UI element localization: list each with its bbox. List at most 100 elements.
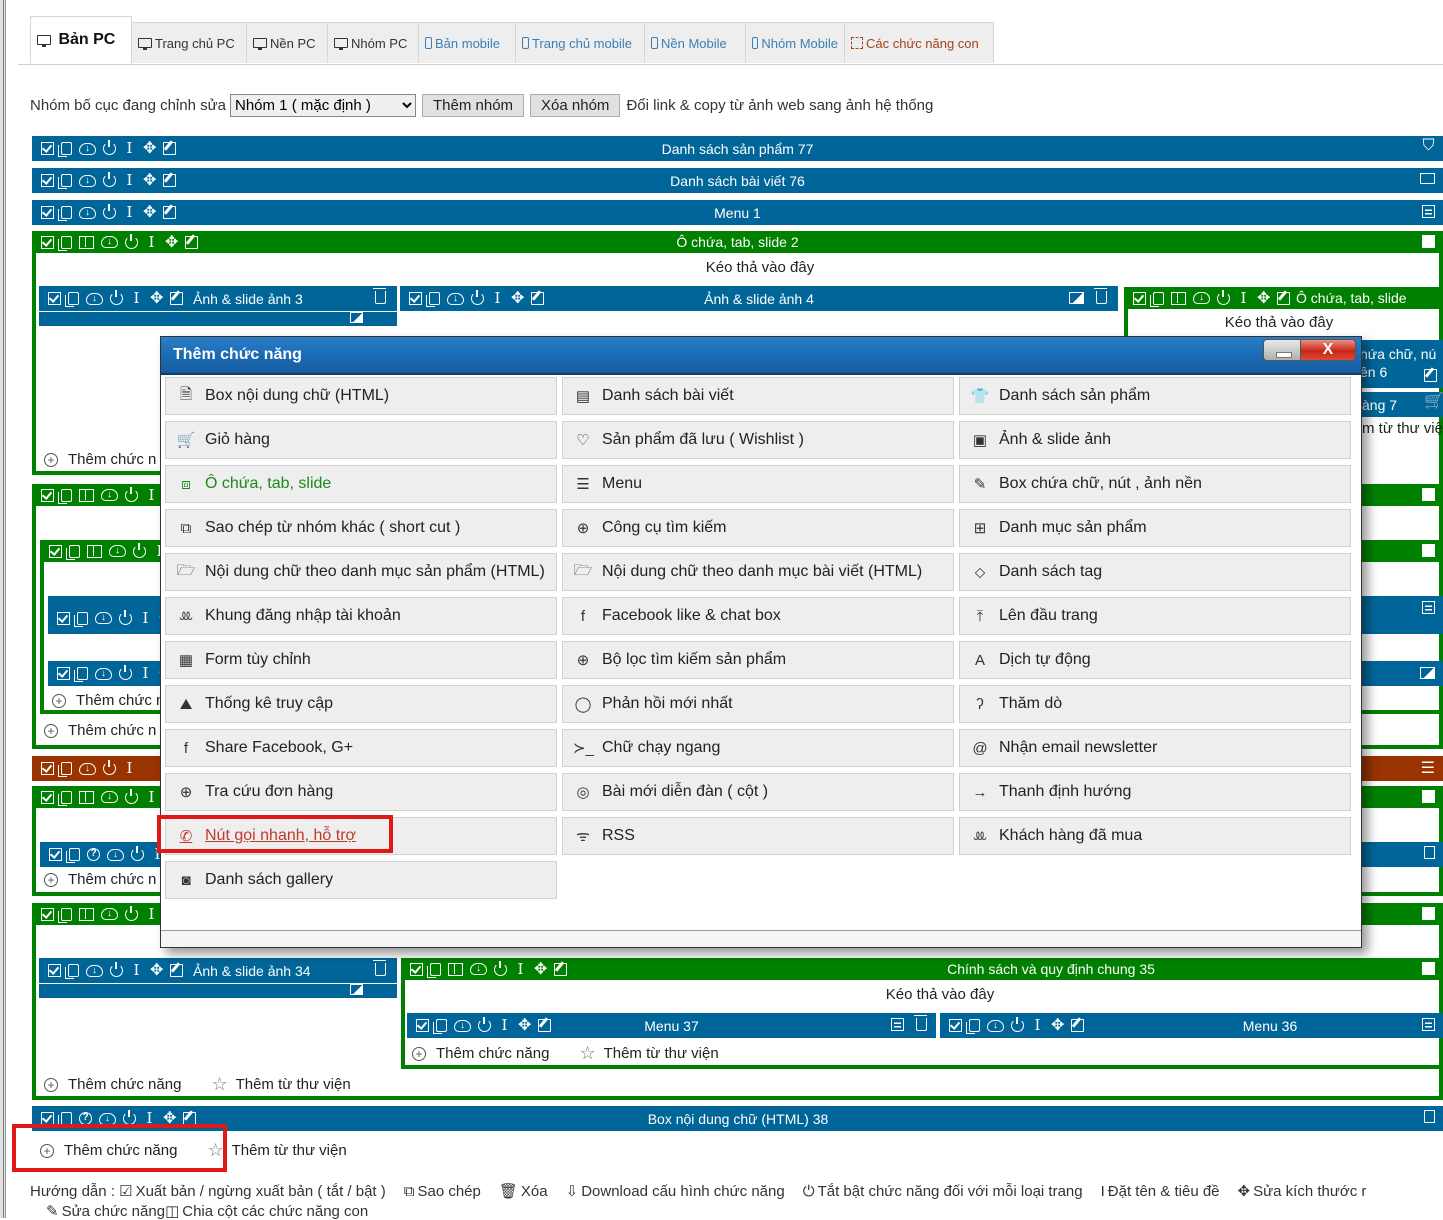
add-function-link[interactable]: Thêm chức năng	[68, 1076, 181, 1093]
function-item[interactable]: ◯ Phản hồi mới nhất	[562, 685, 954, 723]
function-item[interactable]: 🗁 Nội dung chữ theo danh mục bài viết (HT…	[562, 553, 954, 591]
edit-icon[interactable]	[538, 1019, 551, 1032]
power-icon[interactable]	[103, 760, 116, 775]
function-item[interactable]: ꔛ Khung đăng nhập tài khoản	[165, 597, 557, 635]
function-item[interactable]: ⬦ Danh sách tag	[959, 553, 1351, 591]
checkbox-icon[interactable]	[41, 142, 54, 155]
copy-icon[interactable]	[58, 488, 72, 504]
function-item[interactable]: ✆ Nút gọi nhanh, hỗ trợ	[165, 817, 557, 855]
cloud-download-icon[interactable]	[79, 142, 96, 155]
checkbox-icon[interactable]	[41, 206, 54, 219]
function-item[interactable]: ⧈ Ô chứa, tab, slide	[165, 465, 557, 503]
text-cursor-icon[interactable]: I	[1237, 290, 1250, 305]
add-function-link[interactable]: + Thêm chức n	[44, 722, 156, 739]
checkbox-icon[interactable]	[949, 1019, 962, 1032]
cloud-download-icon[interactable]	[79, 174, 96, 187]
checkbox-icon[interactable]	[41, 174, 54, 187]
edit-icon[interactable]	[163, 142, 176, 155]
trash-icon[interactable]	[1094, 288, 1107, 304]
function-item[interactable]: ⊞ Danh mục sản phẩm	[959, 509, 1351, 547]
power-icon[interactable]	[103, 204, 116, 219]
cloud-download-icon[interactable]	[101, 235, 118, 248]
power-icon[interactable]	[123, 1110, 136, 1125]
columns-icon[interactable]	[448, 962, 463, 976]
power-icon[interactable]	[125, 486, 138, 502]
columns-icon[interactable]	[79, 488, 94, 502]
text-cursor-icon[interactable]: I	[123, 761, 136, 776]
convert-link-link[interactable]: Đổi link & copy từ ảnh web sang ảnh hệ t…	[626, 97, 933, 114]
cloud-download-icon[interactable]	[99, 1112, 116, 1125]
tab-ban-mobile[interactable]: Bản mobile	[418, 22, 516, 63]
edit-icon[interactable]	[1071, 1019, 1084, 1032]
text-cursor-icon[interactable]: I	[145, 234, 158, 249]
function-item[interactable]: 🗁 Nội dung chữ theo danh mục sản phẩm (HT…	[165, 553, 557, 591]
minimize-button[interactable]	[1263, 339, 1301, 361]
checkbox-icon[interactable]	[49, 848, 62, 861]
cloud-download-icon[interactable]	[987, 1019, 1004, 1032]
cloud-download-icon[interactable]	[109, 544, 126, 557]
checkbox-icon[interactable]	[41, 1112, 54, 1125]
edit-icon[interactable]	[183, 1112, 196, 1125]
move-icon[interactable]: ✥	[518, 1018, 531, 1034]
function-item[interactable]: ʔ Thăm dò	[959, 685, 1351, 723]
module-bar-slide34[interactable]: I ✥ Ảnh & slide ảnh 34	[39, 958, 397, 983]
power-icon[interactable]	[125, 233, 138, 249]
add-group-button[interactable]: Thêm nhóm	[422, 93, 525, 117]
trash-icon[interactable]	[914, 1015, 927, 1031]
function-item[interactable]: f Share Facebook, G+	[165, 729, 557, 767]
power-icon[interactable]	[131, 846, 144, 861]
text-cursor-icon[interactable]: I	[491, 291, 504, 306]
tab-trang-chu-pc[interactable]: Trang chủ PC	[131, 22, 247, 63]
function-item[interactable]: f Facebook like & chat box	[562, 597, 954, 635]
checkbox-icon[interactable]	[409, 292, 422, 305]
drop-zone[interactable]: Kéo thả vào đây	[1124, 314, 1434, 331]
copy-icon[interactable]	[58, 235, 72, 251]
tab-ban-pc[interactable]: Bản PC	[30, 16, 132, 64]
dialog-titlebar[interactable]: Thêm chức năng X	[161, 337, 1361, 375]
tab-trang-chu-mobile[interactable]: Trang chủ mobile	[515, 22, 645, 63]
container-bar-policy35[interactable]: I ✥ Chính sách và quy định chung 35	[401, 958, 1443, 980]
text-cursor-icon[interactable]: I	[130, 291, 143, 306]
columns-icon[interactable]	[79, 907, 94, 921]
power-icon[interactable]	[110, 290, 123, 305]
columns-icon[interactable]	[87, 544, 102, 558]
copy-icon[interactable]	[58, 1112, 72, 1127]
edit-icon[interactable]	[1277, 291, 1290, 305]
function-item[interactable]: ⊕ Tra cứu đơn hàng	[165, 773, 557, 811]
trash-icon[interactable]	[373, 288, 386, 304]
function-item[interactable]: ⤒ Lên đầu trang	[959, 597, 1351, 635]
module-bar-products[interactable]: I ✥ Danh sách sản phẩm 77 ⛉	[32, 136, 1443, 161]
function-item[interactable]: 👕 Danh sách sản phẩm	[959, 377, 1351, 415]
checkbox-icon[interactable]	[41, 762, 54, 775]
container-bar-right[interactable]: I ✥ Ô chứa, tab, slide	[1124, 287, 1443, 309]
function-item[interactable]: ♡ Sản phẩm đã lưu ( Wishlist )	[562, 421, 954, 459]
tab-nhom-pc[interactable]: Nhóm PC	[327, 22, 419, 63]
columns-icon[interactable]	[79, 790, 94, 804]
add-from-library-link[interactable]: m từ thư việ	[1362, 420, 1443, 437]
drop-zone[interactable]: Kéo thả vào đây	[560, 259, 960, 276]
move-icon[interactable]: ✥	[165, 234, 178, 250]
text-cursor-icon[interactable]: I	[145, 789, 158, 804]
edit-icon[interactable]	[185, 235, 198, 249]
checkbox-icon[interactable]	[41, 907, 54, 921]
move-icon[interactable]: ✥	[534, 961, 547, 977]
copy-icon[interactable]	[58, 790, 72, 806]
text-cursor-icon[interactable]: I	[498, 1018, 511, 1033]
module-bar-cart7[interactable]: àng 7 🛒	[1350, 392, 1443, 417]
cloud-download-icon[interactable]	[79, 206, 96, 219]
text-cursor-icon[interactable]: I	[514, 961, 527, 976]
add-from-library-link[interactable]: Thêm từ thư viện	[232, 1142, 347, 1159]
module-bar-menu37[interactable]: I✥ Menu 37	[407, 1013, 936, 1038]
move-icon[interactable]: ✥	[511, 291, 524, 307]
function-item[interactable]: 🗎 Box nội dung chữ (HTML)	[165, 377, 557, 415]
move-icon[interactable]: ✥	[143, 141, 156, 157]
tab-nen-mobile[interactable]: Nền Mobile	[644, 22, 746, 63]
cloud-download-icon[interactable]	[86, 964, 103, 977]
move-icon[interactable]: ✥	[150, 963, 163, 979]
power-icon[interactable]	[119, 609, 132, 625]
power-icon[interactable]	[1217, 289, 1230, 305]
module-bar-posts[interactable]: I ✥ Danh sách bài viết 76	[32, 168, 1443, 193]
function-item[interactable]: ⧉ Sao chép từ nhóm khác ( short cut )	[165, 509, 557, 547]
cloud-download-icon[interactable]	[454, 1019, 471, 1032]
function-item[interactable]: ◙ Danh sách gallery	[165, 861, 557, 899]
